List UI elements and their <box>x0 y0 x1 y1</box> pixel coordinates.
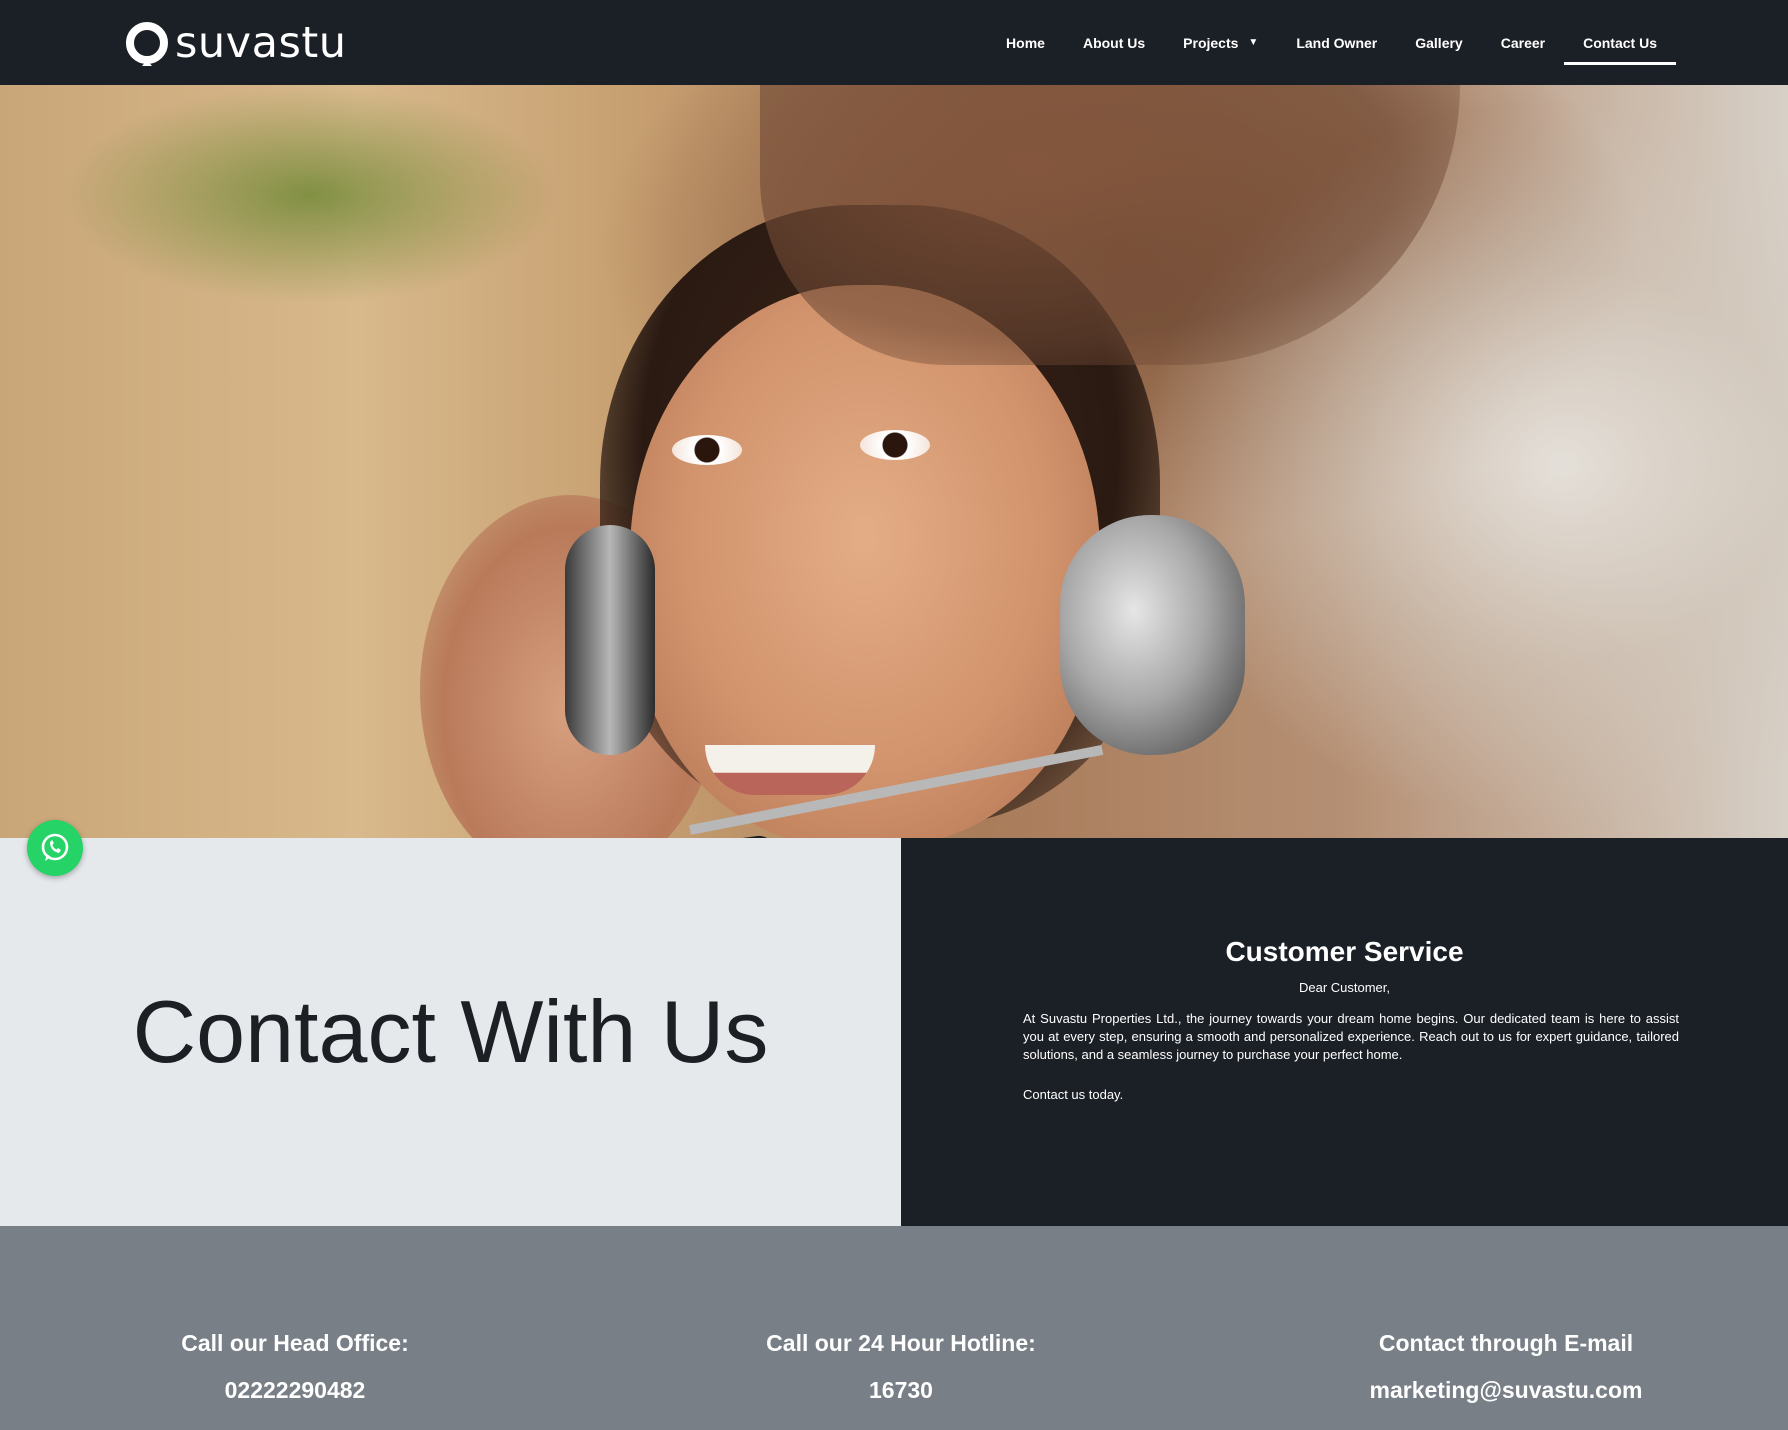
contact-info-band: Call our Head Office: 02222290482 Call o… <box>0 1226 1788 1430</box>
nav-item-about-us[interactable]: About Us <box>1064 0 1164 85</box>
customer-service-body: At Suvastu Properties Ltd., the journey … <box>1023 1011 1679 1062</box>
site-header: suvastu Home About Us Projects ▼ Land Own… <box>0 0 1788 85</box>
nav-item-label: About Us <box>1082 34 1146 51</box>
brand-name: suvastu <box>175 17 347 68</box>
nav-item-label: Gallery <box>1415 34 1463 51</box>
nav-item-contact-us[interactable]: Contact Us <box>1564 0 1676 85</box>
nav-item-gallery[interactable]: Gallery <box>1396 0 1481 85</box>
whatsapp-icon <box>41 833 69 861</box>
nav-item-label: Land Owner <box>1296 34 1378 51</box>
customer-service-cta: Contact us today. <box>1023 1087 1124 1102</box>
hotline-label: Call our 24 Hour Hotline: <box>766 1330 1036 1356</box>
page-title: Contact With Us <box>132 982 769 1081</box>
email-info: Contact through E-mail marketing@suvastu… <box>1256 1330 1756 1404</box>
head-office-info: Call our Head Office: 02222290482 <box>45 1330 545 1404</box>
head-office-label: Call our Head Office: <box>181 1330 409 1356</box>
contact-heading-panel: Contact With Us <box>0 838 901 1226</box>
email-link[interactable]: marketing@suvastu.com <box>1256 1377 1756 1404</box>
email-label: Contact through E-mail <box>1378 1330 1634 1356</box>
caret-down-icon: ▼ <box>1248 37 1259 48</box>
whatsapp-button[interactable] <box>27 820 83 876</box>
main-nav: Home About Us Projects ▼ Land Owner Galle… <box>987 0 1676 85</box>
customer-service-greeting: Dear Customer, <box>1298 980 1391 995</box>
suvastu-logo-icon <box>126 22 168 66</box>
hotline-info: Call our 24 Hour Hotline: 16730 <box>651 1330 1151 1404</box>
nav-item-land-owner[interactable]: Land Owner <box>1277 0 1396 85</box>
nav-item-label: Contact Us <box>1583 34 1657 51</box>
nav-item-career[interactable]: Career <box>1482 0 1564 85</box>
customer-service-panel: Customer Service Dear Customer, At Suvas… <box>901 838 1788 1226</box>
hero-image <box>0 85 1788 838</box>
nav-item-label: Projects <box>1183 34 1239 51</box>
nav-item-home[interactable]: Home <box>987 0 1064 85</box>
head-office-phone[interactable]: 02222290482 <box>45 1377 545 1404</box>
brand-logo[interactable]: suvastu <box>124 18 346 68</box>
nav-item-label: Home <box>1006 34 1045 51</box>
customer-service-title: Customer Service <box>1225 936 1464 967</box>
hotline-phone[interactable]: 16730 <box>651 1377 1151 1404</box>
nav-item-projects[interactable]: Projects ▼ <box>1164 0 1277 85</box>
nav-item-label: Career <box>1500 34 1546 51</box>
